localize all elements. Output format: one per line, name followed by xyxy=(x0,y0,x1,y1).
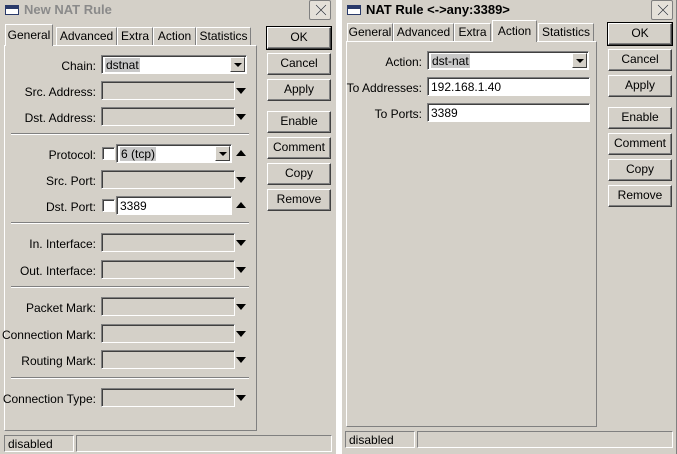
tab-action[interactable]: Action xyxy=(153,27,196,45)
window-icon xyxy=(5,5,19,15)
collapse-up-icon[interactable] xyxy=(235,199,247,211)
chevron-down-icon[interactable] xyxy=(215,146,230,161)
collapse-up-icon[interactable] xyxy=(235,147,247,159)
chain-select[interactable]: dstnat xyxy=(101,55,247,74)
in-interface-field[interactable] xyxy=(101,233,235,252)
connection-type-label: Connection Type: xyxy=(2,392,96,406)
status-bar: disabled xyxy=(345,431,415,448)
routing-mark-label: Routing Mark: xyxy=(21,354,96,368)
close-button[interactable] xyxy=(309,0,331,20)
dst-port-field[interactable]: 3389 xyxy=(116,196,232,215)
separator xyxy=(11,133,249,135)
separator xyxy=(11,377,249,379)
connection-mark-field[interactable] xyxy=(101,324,235,343)
dst-port-label: Dst. Port: xyxy=(45,200,96,214)
action-label: Action: xyxy=(385,55,422,69)
protocol-negate-checkbox[interactable] xyxy=(102,147,115,160)
status-bar: disabled xyxy=(4,435,74,452)
out-interface-label: Out. Interface: xyxy=(19,264,96,278)
separator xyxy=(11,286,249,288)
src-port-field[interactable] xyxy=(101,170,235,189)
expand-down-icon[interactable] xyxy=(235,237,247,249)
title-bar[interactable]: NAT Rule <->any:3389> xyxy=(342,0,676,20)
dst-address-field[interactable] xyxy=(101,107,235,126)
window-icon xyxy=(347,5,361,15)
apply-button[interactable]: Apply xyxy=(267,79,331,101)
action-select[interactable]: dst-nat xyxy=(427,51,589,70)
connection-type-field[interactable] xyxy=(101,388,235,407)
expand-down-icon[interactable] xyxy=(235,264,247,276)
separator xyxy=(11,222,249,224)
window-title: NAT Rule <->any:3389> xyxy=(366,2,510,17)
expand-down-icon[interactable] xyxy=(235,392,247,404)
to-ports-label: To Ports: xyxy=(374,107,422,121)
chain-label: Chain: xyxy=(61,59,96,73)
connection-mark-label: Connection Mark: xyxy=(1,328,96,342)
new-nat-rule-window: New NAT Rule General Advanced Extra Acti… xyxy=(0,0,336,454)
action-panel: Action: dst-nat To Addresses: 192.168.1.… xyxy=(346,41,597,427)
routing-mark-field[interactable] xyxy=(101,350,235,369)
remove-button[interactable]: Remove xyxy=(267,189,331,211)
copy-button[interactable]: Copy xyxy=(608,159,672,181)
title-bar[interactable]: New NAT Rule xyxy=(0,0,336,20)
packet-mark-label: Packet Mark: xyxy=(25,301,96,315)
tab-bar: General Advanced Extra Action Statistics xyxy=(347,20,597,42)
general-panel: Chain: dstnat Src. Address: Dst. Address… xyxy=(1,45,257,431)
enable-button[interactable]: Enable xyxy=(267,111,331,133)
expand-down-icon[interactable] xyxy=(235,111,247,123)
src-address-label: Src. Address: xyxy=(24,85,96,99)
expand-down-icon[interactable] xyxy=(235,85,247,97)
status-bar-extra xyxy=(417,431,673,448)
enable-button[interactable]: Enable xyxy=(608,107,672,129)
copy-button[interactable]: Copy xyxy=(267,163,331,185)
close-icon xyxy=(657,4,669,16)
expand-down-icon[interactable] xyxy=(235,174,247,186)
tab-advanced[interactable]: Advanced xyxy=(393,23,454,41)
tab-extra[interactable]: Extra xyxy=(117,27,153,45)
chevron-down-icon[interactable] xyxy=(230,57,245,72)
status-text: disabled xyxy=(349,433,394,447)
cancel-button[interactable]: Cancel xyxy=(608,49,672,71)
cancel-button[interactable]: Cancel xyxy=(267,53,331,75)
to-addresses-label: To Addresses: xyxy=(346,81,422,95)
protocol-label: Protocol: xyxy=(48,148,96,162)
tab-action[interactable]: Action xyxy=(492,20,537,42)
tab-statistics[interactable]: Statistics xyxy=(196,27,251,45)
tab-general[interactable]: General xyxy=(5,24,53,46)
src-address-field[interactable] xyxy=(101,81,235,100)
in-interface-label: In. Interface: xyxy=(29,237,96,251)
to-ports-field[interactable]: 3389 xyxy=(427,103,590,122)
dst-address-label: Dst. Address: xyxy=(24,111,96,125)
packet-mark-field[interactable] xyxy=(101,297,235,316)
apply-button[interactable]: Apply xyxy=(608,75,672,97)
tab-advanced[interactable]: Advanced xyxy=(56,27,117,45)
status-text: disabled xyxy=(8,437,53,451)
to-addresses-field[interactable]: 192.168.1.40 xyxy=(427,77,590,96)
comment-button[interactable]: Comment xyxy=(608,133,672,155)
expand-down-icon[interactable] xyxy=(235,301,247,313)
out-interface-field[interactable] xyxy=(101,260,235,279)
tab-general[interactable]: General xyxy=(347,23,393,41)
ok-button[interactable]: OK xyxy=(266,26,332,50)
status-bar-extra xyxy=(76,435,332,452)
tab-statistics[interactable]: Statistics xyxy=(538,23,594,41)
src-port-label: Src. Port: xyxy=(45,174,96,188)
expand-down-icon[interactable] xyxy=(235,354,247,366)
protocol-select[interactable]: 6 (tcp) xyxy=(116,144,232,163)
expand-down-icon[interactable] xyxy=(235,328,247,340)
comment-button[interactable]: Comment xyxy=(267,137,331,159)
tab-bar: General Advanced Extra Action Statistics xyxy=(5,24,255,46)
remove-button[interactable]: Remove xyxy=(608,185,672,207)
dst-port-negate-checkbox[interactable] xyxy=(102,199,115,212)
window-title: New NAT Rule xyxy=(24,2,112,17)
close-icon xyxy=(315,4,327,16)
ok-button[interactable]: OK xyxy=(607,22,673,46)
tab-extra[interactable]: Extra xyxy=(454,23,491,41)
close-button[interactable] xyxy=(651,0,673,20)
chevron-down-icon[interactable] xyxy=(572,53,587,68)
nat-rule-window: NAT Rule <->any:3389> General Advanced E… xyxy=(341,0,677,454)
